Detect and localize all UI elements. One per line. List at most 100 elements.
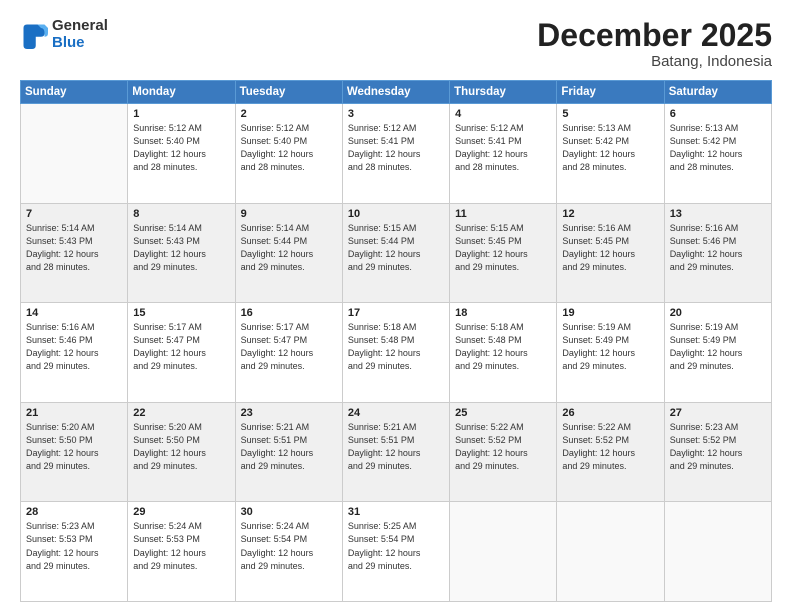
table-row: 4Sunrise: 5:12 AM Sunset: 5:41 PM Daylig…: [450, 104, 557, 204]
table-row: 29Sunrise: 5:24 AM Sunset: 5:53 PM Dayli…: [128, 502, 235, 602]
table-row: 12 Sunrise: 5:16 AM Sunset: 5:45 PM Dayli…: [557, 203, 664, 303]
table-row: 21Sunrise: 5:20 AM Sunset: 5:50 PM Dayli…: [21, 402, 128, 502]
day-info: Sunrise: 5:25 AM Sunset: 5:54 PM Dayligh…: [348, 520, 444, 572]
table-row: 13 Sunrise: 5:16 AM Sunset: 5:46 PM Dayli…: [664, 203, 771, 303]
day-info: Sunrise: 5:20 AM Sunset: 5:50 PM Dayligh…: [133, 421, 229, 473]
col-wednesday: Wednesday: [342, 81, 449, 104]
day-info: Sunrise: 5:12 AM Sunset: 5:40 PM Dayligh…: [133, 122, 229, 174]
calendar-week-row: 7Sunrise: 5:14 AM Sunset: 5:43 PM Daylig…: [21, 203, 772, 303]
day-number: 29: [133, 506, 229, 518]
table-row: 16Sunrise: 5:17 AM Sunset: 5:47 PM Dayli…: [235, 303, 342, 403]
day-info: Sunrise: 5:16 AM Sunset: 5:45 PM Dayligh…: [562, 222, 658, 274]
table-row: 19 Sunrise: 5:19 AM Sunset: 5:49 PM Dayli…: [557, 303, 664, 403]
day-info: Sunrise: 5:14 AM Sunset: 5:44 PM Dayligh…: [241, 222, 337, 274]
col-sunday: Sunday: [21, 81, 128, 104]
table-row: 18 Sunrise: 5:18 AM Sunset: 5:48 PM Dayli…: [450, 303, 557, 403]
table-row: 22 Sunrise: 5:20 AM Sunset: 5:50 PM Dayli…: [128, 402, 235, 502]
table-row: 14 Sunrise: 5:16 AM Sunset: 5:46 PM Dayli…: [21, 303, 128, 403]
day-info: Sunrise: 5:18 AM Sunset: 5:48 PM Dayligh…: [455, 321, 551, 373]
table-row: 2Sunrise: 5:12 AM Sunset: 5:40 PM Daylig…: [235, 104, 342, 204]
logo-icon: [20, 21, 48, 49]
day-info: Sunrise: 5:12 AM Sunset: 5:41 PM Dayligh…: [348, 122, 444, 174]
day-number: 6: [670, 108, 766, 120]
table-row: 8 Sunrise: 5:14 AM Sunset: 5:43 PM Daylig…: [128, 203, 235, 303]
table-row: 6 Sunrise: 5:13 AM Sunset: 5:42 PM Daylig…: [664, 104, 771, 204]
day-info: Sunrise: 5:12 AM Sunset: 5:41 PM Dayligh…: [455, 122, 551, 174]
day-number: 30: [241, 506, 337, 518]
table-row: 25 Sunrise: 5:22 AM Sunset: 5:52 PM Dayli…: [450, 402, 557, 502]
col-friday: Friday: [557, 81, 664, 104]
table-row: 9Sunrise: 5:14 AM Sunset: 5:44 PM Daylig…: [235, 203, 342, 303]
day-info: Sunrise: 5:22 AM Sunset: 5:52 PM Dayligh…: [455, 421, 551, 473]
day-info: Sunrise: 5:16 AM Sunset: 5:46 PM Dayligh…: [26, 321, 122, 373]
table-row: [557, 502, 664, 602]
day-info: Sunrise: 5:24 AM Sunset: 5:54 PM Dayligh…: [241, 520, 337, 572]
day-info: Sunrise: 5:12 AM Sunset: 5:40 PM Dayligh…: [241, 122, 337, 174]
table-row: 17Sunrise: 5:18 AM Sunset: 5:48 PM Dayli…: [342, 303, 449, 403]
table-row: 31 Sunrise: 5:25 AM Sunset: 5:54 PM Dayli…: [342, 502, 449, 602]
day-info: Sunrise: 5:22 AM Sunset: 5:52 PM Dayligh…: [562, 421, 658, 473]
day-info: Sunrise: 5:17 AM Sunset: 5:47 PM Dayligh…: [133, 321, 229, 373]
day-number: 13: [670, 208, 766, 220]
day-info: Sunrise: 5:15 AM Sunset: 5:44 PM Dayligh…: [348, 222, 444, 274]
day-info: Sunrise: 5:18 AM Sunset: 5:48 PM Dayligh…: [348, 321, 444, 373]
calendar-week-row: 14 Sunrise: 5:16 AM Sunset: 5:46 PM Dayli…: [21, 303, 772, 403]
table-row: 30 Sunrise: 5:24 AM Sunset: 5:54 PM Dayli…: [235, 502, 342, 602]
table-row: 3 Sunrise: 5:12 AM Sunset: 5:41 PM Daylig…: [342, 104, 449, 204]
day-number: 26: [562, 407, 658, 419]
day-number: 11: [455, 208, 551, 220]
day-info: Sunrise: 5:23 AM Sunset: 5:52 PM Dayligh…: [670, 421, 766, 473]
day-info: Sunrise: 5:14 AM Sunset: 5:43 PM Dayligh…: [133, 222, 229, 274]
table-row: 28Sunrise: 5:23 AM Sunset: 5:53 PM Dayli…: [21, 502, 128, 602]
day-info: Sunrise: 5:21 AM Sunset: 5:51 PM Dayligh…: [348, 421, 444, 473]
day-info: Sunrise: 5:14 AM Sunset: 5:43 PM Dayligh…: [26, 222, 122, 274]
day-info: Sunrise: 5:13 AM Sunset: 5:42 PM Dayligh…: [562, 122, 658, 174]
day-number: 15: [133, 307, 229, 319]
day-number: 20: [670, 307, 766, 319]
logo-text: General Blue: [52, 18, 108, 51]
table-row: 26 Sunrise: 5:22 AM Sunset: 5:52 PM Dayli…: [557, 402, 664, 502]
day-number: 22: [133, 407, 229, 419]
page: General Blue December 2025 Batang, Indon…: [0, 0, 792, 612]
col-tuesday: Tuesday: [235, 81, 342, 104]
calendar-header-row: Sunday Monday Tuesday Wednesday Thursday…: [21, 81, 772, 104]
title-block: December 2025 Batang, Indonesia: [537, 18, 772, 70]
day-number: 31: [348, 506, 444, 518]
day-info: Sunrise: 5:19 AM Sunset: 5:49 PM Dayligh…: [562, 321, 658, 373]
day-number: 25: [455, 407, 551, 419]
col-thursday: Thursday: [450, 81, 557, 104]
logo-general-text: General: [52, 18, 108, 35]
day-number: 28: [26, 506, 122, 518]
calendar-week-row: 28Sunrise: 5:23 AM Sunset: 5:53 PM Dayli…: [21, 502, 772, 602]
day-number: 14: [26, 307, 122, 319]
table-row: 20Sunrise: 5:19 AM Sunset: 5:49 PM Dayli…: [664, 303, 771, 403]
day-number: 1: [133, 108, 229, 120]
header: General Blue December 2025 Batang, Indon…: [20, 18, 772, 70]
day-number: 23: [241, 407, 337, 419]
day-number: 21: [26, 407, 122, 419]
table-row: 23 Sunrise: 5:21 AM Sunset: 5:51 PM Dayli…: [235, 402, 342, 502]
table-row: 5 Sunrise: 5:13 AM Sunset: 5:42 PM Daylig…: [557, 104, 664, 204]
day-info: Sunrise: 5:16 AM Sunset: 5:46 PM Dayligh…: [670, 222, 766, 274]
table-row: 24Sunrise: 5:21 AM Sunset: 5:51 PM Dayli…: [342, 402, 449, 502]
day-info: Sunrise: 5:13 AM Sunset: 5:42 PM Dayligh…: [670, 122, 766, 174]
day-info: Sunrise: 5:17 AM Sunset: 5:47 PM Dayligh…: [241, 321, 337, 373]
day-info: Sunrise: 5:15 AM Sunset: 5:45 PM Dayligh…: [455, 222, 551, 274]
logo: General Blue: [20, 18, 108, 51]
day-number: 3: [348, 108, 444, 120]
table-row: 1 Sunrise: 5:12 AM Sunset: 5:40 PM Daylig…: [128, 104, 235, 204]
day-number: 18: [455, 307, 551, 319]
day-info: Sunrise: 5:21 AM Sunset: 5:51 PM Dayligh…: [241, 421, 337, 473]
table-row: [21, 104, 128, 204]
calendar-week-row: 1 Sunrise: 5:12 AM Sunset: 5:40 PM Daylig…: [21, 104, 772, 204]
calendar-table: Sunday Monday Tuesday Wednesday Thursday…: [20, 80, 772, 602]
day-number: 8: [133, 208, 229, 220]
day-number: 19: [562, 307, 658, 319]
day-number: 5: [562, 108, 658, 120]
logo-blue-text: Blue: [52, 35, 108, 52]
month-title: December 2025: [537, 18, 772, 53]
col-saturday: Saturday: [664, 81, 771, 104]
day-number: 12: [562, 208, 658, 220]
table-row: [664, 502, 771, 602]
table-row: 10Sunrise: 5:15 AM Sunset: 5:44 PM Dayli…: [342, 203, 449, 303]
